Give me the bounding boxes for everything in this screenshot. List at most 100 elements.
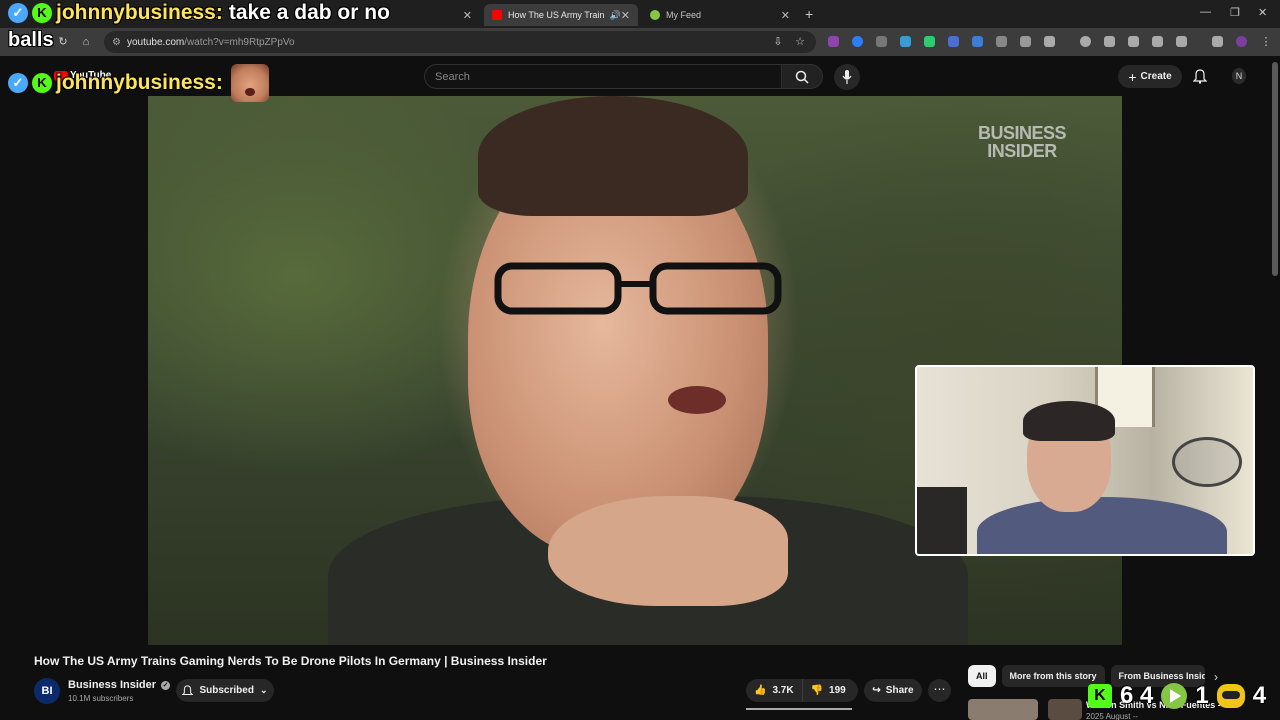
other-viewer-count: 4 <box>1252 682 1267 709</box>
more-actions-button[interactable]: ⋯ <box>928 679 951 702</box>
chevron-down-icon: ⌄ <box>259 685 268 695</box>
plus-icon: + <box>1128 68 1137 85</box>
extension-icon[interactable] <box>852 36 863 47</box>
video-frame-glasses <box>494 262 782 315</box>
voice-search-button[interactable] <box>834 64 860 90</box>
create-label: Create <box>1140 71 1172 82</box>
verified-check-icon: ✓ <box>161 680 171 690</box>
extension-icon[interactable] <box>828 36 839 47</box>
verified-badge-icon: ✓ <box>8 73 28 93</box>
audio-playing-icon[interactable]: 🔊 <box>610 10 621 21</box>
tab-youtube-video[interactable]: How The US Army Trains G 🔊 ✕ <box>484 4 638 26</box>
minimize-icon[interactable]: — <box>1200 6 1211 18</box>
microphone-icon <box>842 70 852 84</box>
verified-badge-icon: ✓ <box>8 3 28 23</box>
streamer-webcam <box>915 365 1255 556</box>
video-title: How The US Army Trains Gaming Nerds To B… <box>34 654 547 668</box>
install-app-icon[interactable]: ⇩ <box>772 36 784 48</box>
share-label: Share <box>885 685 914 696</box>
extension-icon[interactable] <box>996 36 1007 47</box>
reading-list-icon[interactable] <box>1152 36 1163 47</box>
webcam-person-body <box>977 497 1227 554</box>
webcam-person-hair <box>1023 401 1115 441</box>
dislike-count: 199 <box>829 685 846 696</box>
tab-my-feed[interactable]: My Feed ✕ <box>642 4 798 26</box>
bell-icon <box>182 684 194 695</box>
restore-icon[interactable]: ❐ <box>1230 6 1240 19</box>
channel-name-text: Business Insider <box>68 679 157 691</box>
address-bar[interactable]: ⚙ youtube.com/watch?v=mh9RtpZPpVo <box>104 31 816 53</box>
chip-all[interactable]: All <box>968 665 996 687</box>
video-frame-hair <box>478 96 748 216</box>
browser-menu-icon[interactable]: ⋮ <box>1260 36 1272 48</box>
address-path: /watch?v=mh9RtpZPpVo <box>184 36 295 48</box>
chat-message-second: ✓ K johnnybusiness: <box>8 64 269 102</box>
subscribed-label: Subscribed <box>199 685 254 696</box>
webcam-fan <box>1172 437 1242 487</box>
chat-overlay-text: balls <box>8 29 54 51</box>
kick-viewer-count: 6 4 <box>1120 682 1154 709</box>
share-button[interactable]: ↪ Share <box>864 679 922 702</box>
chat-message-text: take a dab or no <box>228 1 390 24</box>
tab-label: My Feed <box>666 10 702 20</box>
devtools-icon[interactable] <box>1128 36 1139 47</box>
profile-avatar-icon[interactable] <box>1236 36 1247 47</box>
channel-avatar[interactable]: BI <box>34 678 60 704</box>
extension-icon[interactable] <box>948 36 959 47</box>
close-icon[interactable]: ✕ <box>621 9 630 22</box>
new-tab-icon[interactable]: + <box>805 6 813 22</box>
search-button[interactable] <box>781 64 823 89</box>
recommendation-subtitle: 2025 August -- <box>1086 712 1139 720</box>
media-control-icon[interactable] <box>1212 36 1223 47</box>
extension-icon[interactable] <box>900 36 911 47</box>
subscriber-count: 10.1M subscribers <box>68 694 134 703</box>
tab-label: How The US Army Trains G <box>508 10 604 20</box>
dislike-button[interactable]: 👎 199 <box>803 679 854 702</box>
page-scrollbar[interactable] <box>1272 62 1278 276</box>
site-info-icon[interactable]: ⚙ <box>112 37 121 48</box>
thumbs-down-icon: 👎 <box>810 685 824 696</box>
chat-username: johnnybusiness: <box>56 71 223 94</box>
window-close-icon[interactable]: ✕ <box>1258 6 1267 19</box>
search-placeholder: Search <box>435 70 470 83</box>
extension-icon[interactable] <box>876 36 887 47</box>
extension-icon[interactable] <box>1020 36 1031 47</box>
recommendation-thumbnail[interactable] <box>1048 699 1082 720</box>
history-icon[interactable] <box>1080 36 1091 47</box>
account-avatar[interactable]: N <box>1232 68 1246 84</box>
extensions-puzzle-icon[interactable] <box>1044 36 1055 47</box>
video-frame-mouth <box>668 386 726 414</box>
reload-icon[interactable]: ↻ <box>57 36 69 48</box>
recommendation-thumbnail[interactable] <box>968 699 1038 720</box>
search-input[interactable]: Search <box>424 64 782 89</box>
video-frame-hand <box>548 496 788 606</box>
share-arrow-icon: ↪ <box>872 685 881 696</box>
kick-logo-icon: K <box>1088 684 1112 708</box>
like-button[interactable]: 👍 3.7K <box>746 679 803 702</box>
business-insider-watermark: BUSINESS INSIDER <box>977 123 1067 161</box>
home-icon[interactable]: ⌂ <box>80 36 92 48</box>
rumble-viewer-count: 1 <box>1195 682 1209 709</box>
webcam-shadow <box>917 487 967 554</box>
rumble-logo-icon <box>1161 683 1188 709</box>
address-host: youtube.com <box>126 36 185 48</box>
chat-message-top: ✓ K johnnybusiness: take a dab or no <box>8 1 390 25</box>
subscribed-button[interactable]: Subscribed ⌄ <box>176 679 274 702</box>
extension-icon[interactable] <box>972 36 983 47</box>
toolbar-icon[interactable] <box>1104 36 1115 47</box>
channel-name[interactable]: Business Insider ✓ <box>68 679 171 691</box>
close-icon[interactable]: ✕ <box>463 9 472 22</box>
like-count: 3.7K <box>772 685 794 696</box>
kick-badge-icon: K <box>32 73 52 93</box>
close-icon[interactable]: ✕ <box>781 9 790 22</box>
thumbs-up-icon: 👍 <box>754 685 767 696</box>
chat-emote-image <box>230 64 269 102</box>
extension-icon[interactable] <box>924 36 935 47</box>
youtube-favicon-icon <box>492 10 502 20</box>
notifications-bell-icon[interactable] <box>1193 69 1207 84</box>
create-button[interactable]: + Create <box>1118 65 1182 88</box>
like-dislike-group: 👍 3.7K 👎 199 <box>746 679 858 702</box>
bookmark-star-icon[interactable]: ☆ <box>794 36 806 48</box>
platform-logo-icon <box>1216 684 1245 708</box>
sidebar-icon[interactable] <box>1176 36 1187 47</box>
